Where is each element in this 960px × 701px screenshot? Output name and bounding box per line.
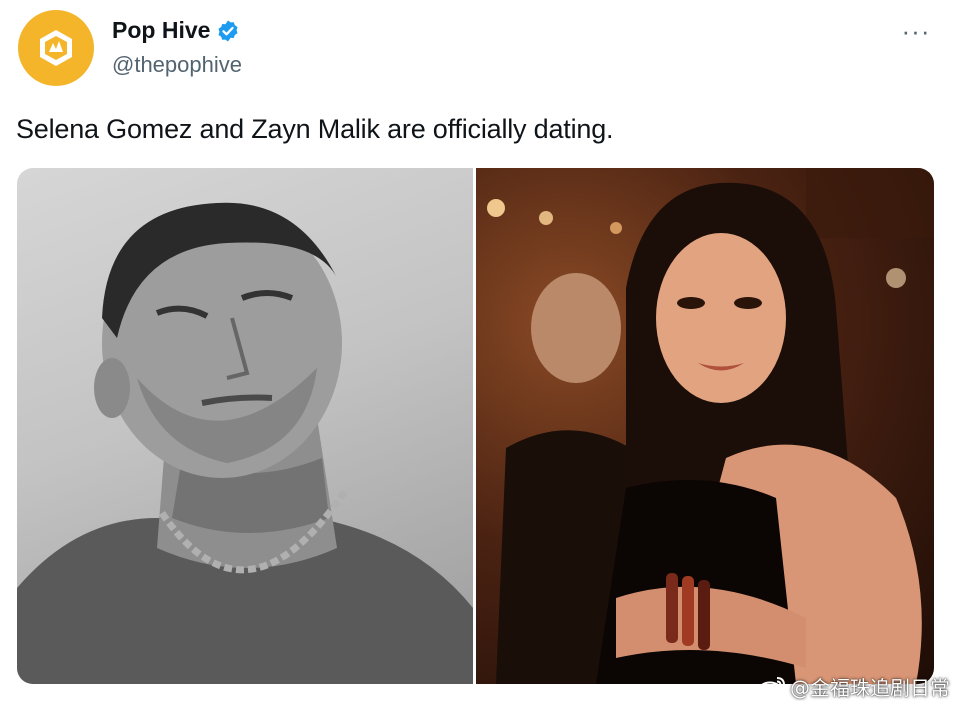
author-handle[interactable]: @thepophive (112, 52, 242, 78)
media-grid (17, 168, 934, 684)
tweet-text: Selena Gomez and Zayn Malik are official… (16, 114, 614, 144)
watermark-text: @金福珠追剧日常 (790, 676, 950, 700)
media-photo-1[interactable] (17, 168, 473, 684)
watermark: @金福珠追剧日常 (758, 672, 950, 701)
author-display-name[interactable]: Pop Hive (112, 17, 210, 44)
verified-badge-icon (218, 20, 238, 41)
tweet-card: Pop Hive @thepophive ··· Selena Gomez an… (0, 0, 960, 701)
weibo-icon (758, 676, 785, 698)
man-portrait-image (17, 202, 473, 684)
media-photo-2[interactable] (476, 168, 934, 684)
woman-portrait-image (487, 168, 934, 684)
pophive-logo-icon (40, 30, 72, 66)
more-horizontal-icon: ··· (901, 16, 931, 46)
more-options-button[interactable]: ··· (898, 16, 934, 46)
author-name-row: Pop Hive (112, 17, 240, 44)
avatar[interactable] (18, 10, 94, 86)
